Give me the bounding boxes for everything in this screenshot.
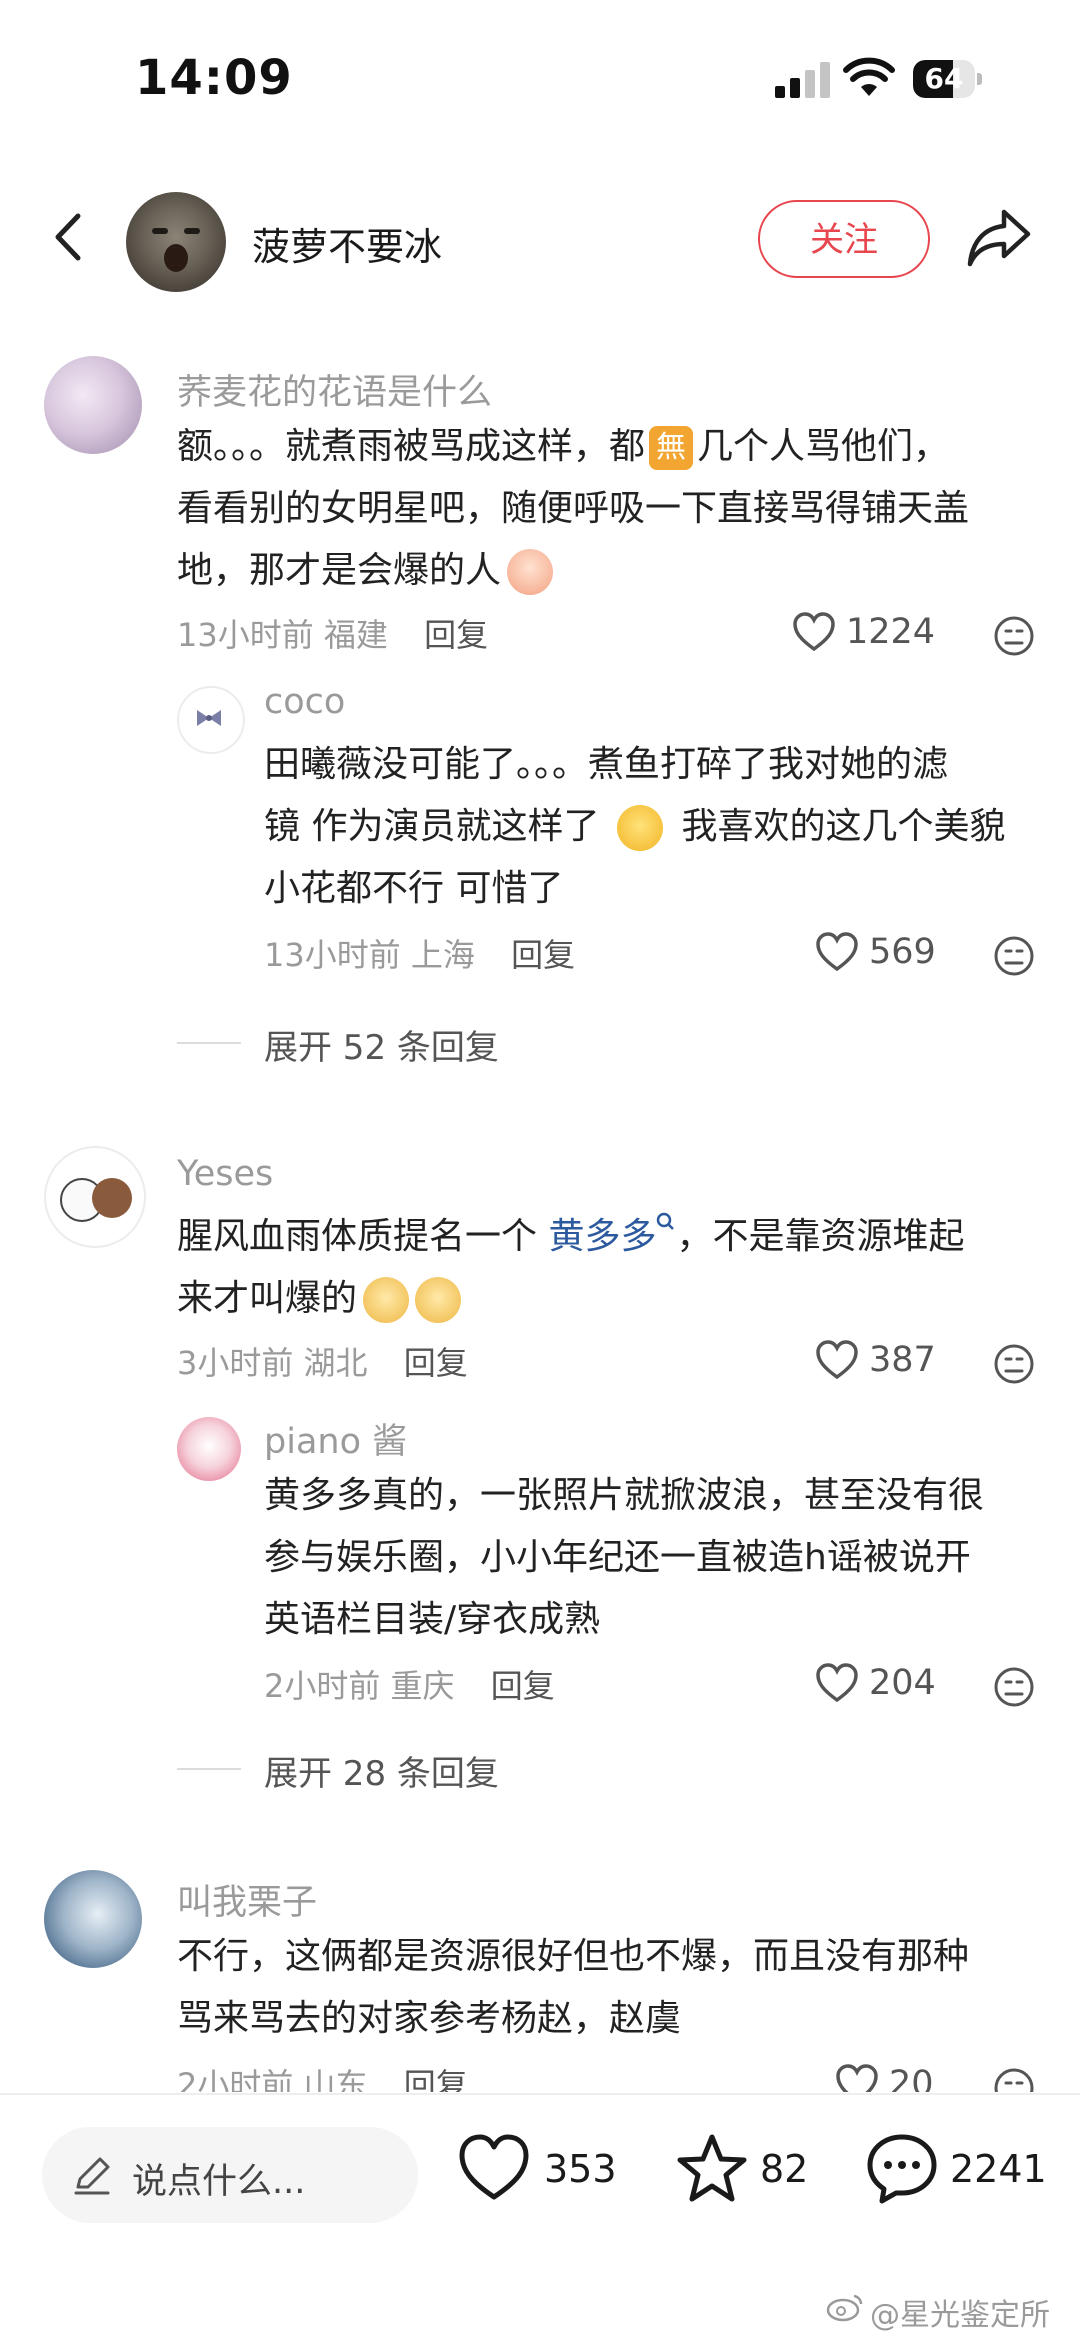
dislike-icon[interactable]	[992, 614, 1036, 658]
weibo-logo-icon	[826, 2294, 863, 2322]
doge-emoji-icon	[415, 1277, 462, 1323]
post-like-button[interactable]: 353	[456, 2131, 626, 2211]
like-count: 387	[869, 1340, 936, 1380]
comment-text: 额。。。就煮雨被骂成这样，都無几个人骂他们， 看看别的女明星吧，随便呼吸一下直接…	[177, 416, 969, 602]
comment-text: 黄多多真的，一张照片就掀波浪，甚至没有很 参与娱乐圈，小小年纪还一直被造h谣被说…	[264, 1475, 985, 1640]
comment-location: 湖北	[303, 1344, 368, 1382]
emoji-icon: 無	[649, 426, 694, 470]
pencil-icon	[74, 2157, 110, 2195]
heart-icon	[793, 612, 835, 652]
post-header: 菠萝不要冰 关注	[0, 180, 1080, 300]
heart-icon	[816, 1663, 858, 1703]
like-count: 20	[889, 2064, 934, 2092]
like-count: 204	[869, 1663, 936, 1703]
search-icon	[657, 1212, 675, 1230]
comment-meta: 13小时前 上海 回复	[264, 930, 575, 976]
dislike-icon[interactable]	[992, 1665, 1036, 1709]
comment-username[interactable]: coco	[264, 682, 345, 722]
battery-level: 64	[924, 62, 964, 95]
status-time: 14:09	[135, 50, 293, 106]
search-link[interactable]: 黄多多	[548, 1212, 676, 1257]
heart-icon	[816, 932, 858, 972]
bottom-action-bar: 说点什么... 353 82 2241	[0, 2093, 1080, 2245]
comment-location: 重庆	[390, 1667, 455, 1705]
sad-emoji-icon	[617, 805, 664, 851]
avatar[interactable]	[44, 1146, 146, 1248]
avatar[interactable]	[44, 356, 142, 454]
comment-time: 13小时前	[264, 936, 401, 974]
follow-button[interactable]: 关注	[758, 200, 930, 278]
post-favorite-count: 82	[760, 2147, 809, 2191]
heart-icon	[816, 1340, 858, 1380]
comment-text: 田曦薇没可能了。。。煮鱼打碎了我对她的滤 镜 作为演员就这样了 我喜欢的这几个美貌…	[264, 744, 1006, 909]
comment-username[interactable]: piano 酱	[264, 1413, 407, 1464]
post-like-count: 353	[544, 2147, 617, 2191]
heart-icon	[836, 2064, 878, 2092]
expand-replies-button[interactable]: 展开 52 条回复	[264, 1020, 499, 1069]
like-button[interactable]: 204	[815, 1659, 965, 1709]
comment-meta: 3小时前 湖北 回复	[177, 1338, 468, 1384]
like-button[interactable]: 20	[835, 2060, 965, 2092]
comment-location: 福建	[323, 616, 388, 654]
dislike-icon[interactable]	[992, 934, 1036, 978]
comment-time: 3小时前	[177, 1344, 294, 1382]
comment-time: 2小时前	[264, 1667, 381, 1705]
crying-emoji-icon	[507, 549, 554, 595]
star-icon	[677, 2134, 747, 2202]
avatar[interactable]	[44, 1870, 142, 1968]
comment-location: 上海	[410, 936, 475, 974]
post-comment-count: 2241	[950, 2147, 1047, 2191]
comment-meta: 2小时前 重庆 回复	[264, 1661, 555, 1707]
bow-icon	[197, 710, 221, 726]
author-avatar[interactable]	[126, 192, 226, 292]
avatar[interactable]	[177, 686, 245, 754]
heart-icon	[459, 2134, 529, 2200]
reply-button[interactable]: 回复	[404, 1344, 468, 1382]
dislike-icon[interactable]	[992, 1342, 1036, 1386]
comment-meta: 2小时前 山东 回复	[177, 2060, 468, 2092]
back-icon[interactable]	[40, 202, 100, 272]
post-favorite-button[interactable]: 82	[674, 2131, 814, 2211]
comment-meta: 13小时前 福建 回复	[177, 610, 488, 656]
divider	[177, 1042, 241, 1044]
comment-input[interactable]: 说点什么...	[42, 2127, 418, 2223]
wifi-icon	[843, 57, 895, 96]
expand-replies-button[interactable]: 展开 28 条回复	[264, 1746, 499, 1795]
comment-time: 2小时前	[177, 2066, 294, 2092]
reply-button[interactable]: 回复	[511, 936, 575, 974]
comment-text: 腥风血雨体质提名一个 黄多多 ，不是靠资源堆起 来才叫爆的	[177, 1206, 965, 1330]
like-count: 569	[869, 932, 936, 972]
doge-emoji-icon	[363, 1277, 410, 1323]
cellular-signal-icon	[775, 62, 830, 98]
like-count: 1224	[846, 612, 936, 652]
comment-list[interactable]: 荞麦花的花语是什么 额。。。就煮雨被骂成这样，都無几个人骂他们， 看看别的女明星…	[0, 340, 1080, 2092]
like-button[interactable]: 387	[815, 1336, 965, 1386]
comment-time: 13小时前	[177, 616, 314, 654]
post-comment-button[interactable]: 2241	[864, 2131, 1047, 2211]
status-bar: 14:09 64	[0, 0, 1080, 150]
comment-username[interactable]: 叫我栗子	[177, 1874, 317, 1925]
comment-text: 不行，这俩都是资源很好但也不爆，而且没有那种 骂来骂去的对家参考杨赵，赵虞	[177, 1936, 970, 2039]
divider	[177, 1768, 241, 1770]
comment-input-placeholder: 说点什么...	[132, 2162, 306, 2202]
comment-bubble-icon	[867, 2134, 937, 2204]
avatar[interactable]	[177, 1417, 241, 1481]
watermark: @星光鉴定所	[870, 2298, 1050, 2333]
like-button[interactable]: 569	[815, 928, 965, 978]
reply-button[interactable]: 回复	[424, 616, 488, 654]
comment-username[interactable]: Yeses	[177, 1154, 273, 1194]
author-name[interactable]: 菠萝不要冰	[252, 216, 442, 271]
comment-username[interactable]: 荞麦花的花语是什么	[177, 364, 492, 415]
like-button[interactable]: 1224	[792, 608, 962, 658]
reply-button[interactable]: 回复	[404, 2066, 468, 2092]
share-icon[interactable]	[964, 206, 1034, 268]
comment-location: 山东	[303, 2066, 368, 2092]
battery-icon: 64	[913, 60, 983, 98]
dislike-icon[interactable]	[992, 2066, 1036, 2092]
reply-button[interactable]: 回复	[491, 1667, 555, 1705]
